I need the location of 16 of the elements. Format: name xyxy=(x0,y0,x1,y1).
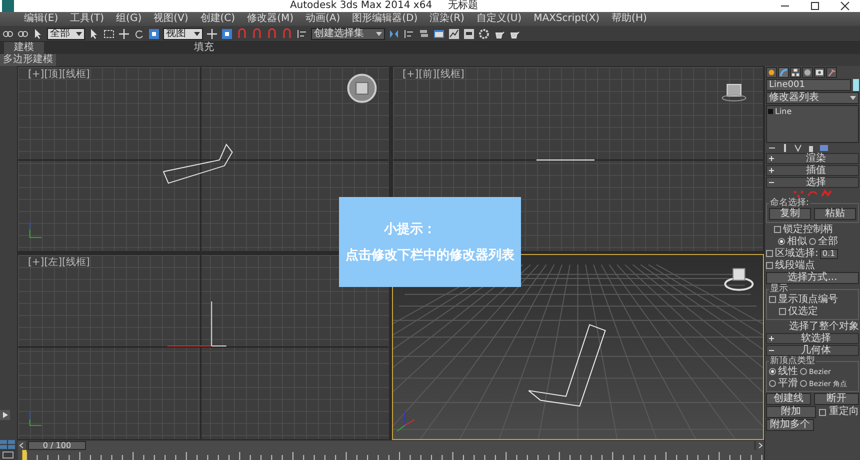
option-label: 显示顶点编号 xyxy=(778,294,838,304)
option-label: 全部 xyxy=(818,236,838,246)
option-label: 相似 xyxy=(787,236,807,246)
document-title: 无标题 xyxy=(448,0,478,12)
option-label: 锁定控制柄 xyxy=(783,224,833,234)
group-title: 命名选择: xyxy=(769,199,810,208)
option-label: 仅选定 xyxy=(788,306,818,316)
option-label: 线段端点 xyxy=(775,260,815,270)
group-title: 新顶点类型 xyxy=(769,357,816,366)
group-title: 显示 xyxy=(769,285,789,294)
option-label: 平滑 xyxy=(778,378,798,388)
option-label: 区域选择: xyxy=(775,248,818,258)
option-label: 重定向 xyxy=(829,407,859,417)
option-label: 线性 xyxy=(778,366,798,376)
selection-status-text: 选择了整个对象 xyxy=(788,321,859,332)
window-title: Autodesk 3ds Max 2014 x64 xyxy=(290,0,432,12)
